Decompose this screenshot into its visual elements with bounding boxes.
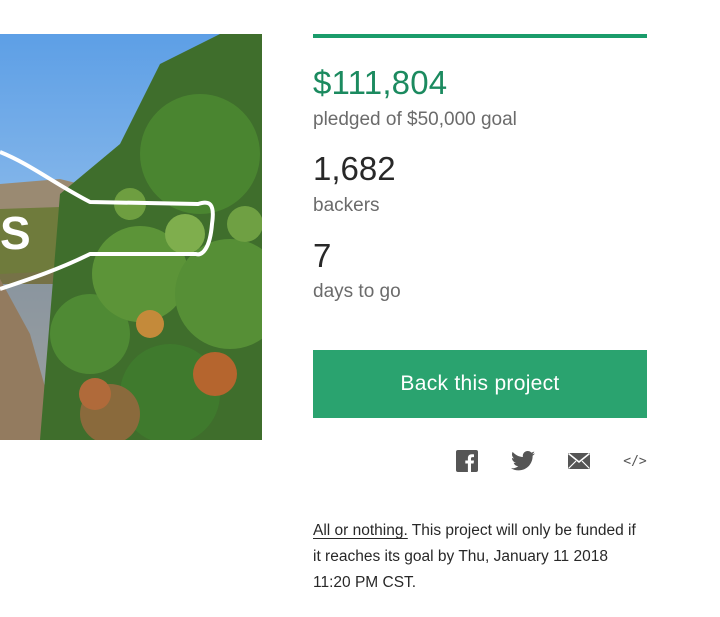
days-left-label: days to go — [313, 281, 401, 302]
funding-progress-fill — [313, 34, 647, 38]
embed-icon[interactable]: </> — [623, 450, 647, 472]
share-icons: </> — [455, 450, 655, 472]
days-left-count: 7 — [313, 237, 332, 274]
email-icon[interactable] — [567, 450, 591, 472]
embed-glyph: </> — [623, 453, 647, 469]
all-or-nothing-link[interactable]: All or nothing. — [313, 522, 408, 539]
back-project-button[interactable]: Back this project — [313, 350, 647, 418]
svg-text:S: S — [0, 207, 31, 259]
funding-progress-bar — [313, 34, 647, 38]
pledged-goal-label: pledged of $50,000 goal — [313, 109, 517, 130]
facebook-icon[interactable] — [455, 450, 479, 472]
project-video-thumbnail[interactable]: S — [0, 34, 262, 440]
backers-count: 1,682 — [313, 150, 396, 187]
pledged-amount: $111,804 — [313, 64, 448, 101]
vineyard-image: S — [0, 34, 262, 440]
twitter-icon[interactable] — [511, 450, 535, 472]
funding-note: All or nothing. This project will only b… — [313, 518, 643, 596]
backers-label: backers — [313, 195, 380, 216]
